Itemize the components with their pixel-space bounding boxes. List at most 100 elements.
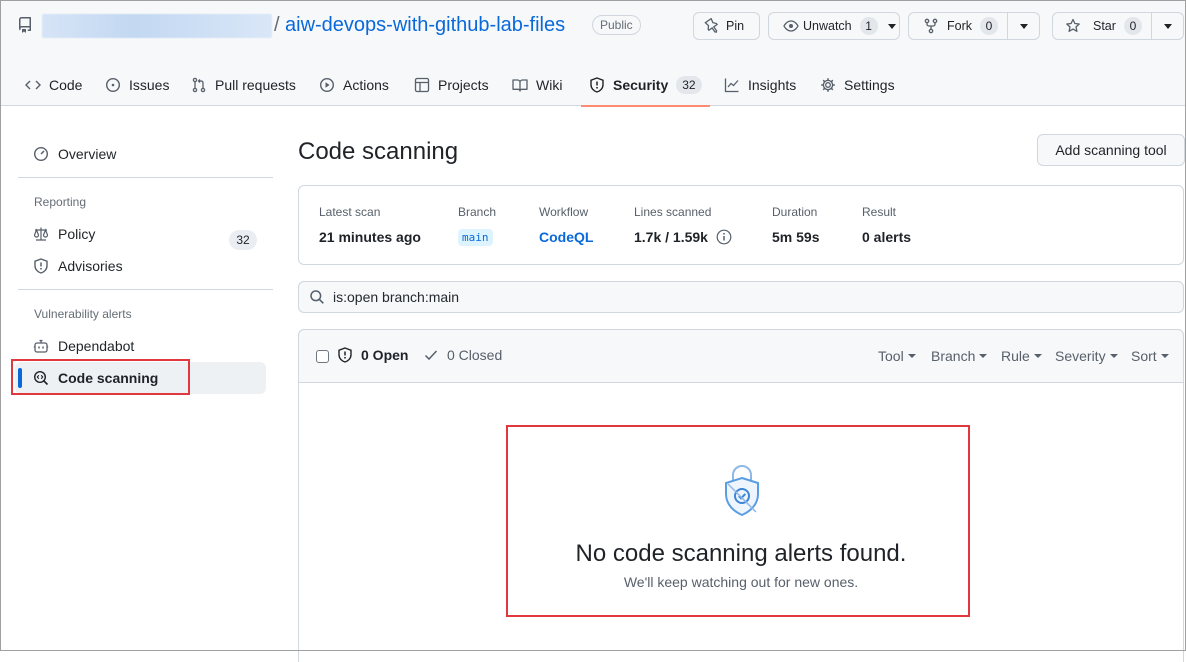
star-button[interactable]: Star 0 <box>1052 12 1184 40</box>
pin-icon <box>704 18 720 34</box>
repo-name-link[interactable]: aiw-devops-with-github-lab-files <box>285 14 565 37</box>
path-separator: / <box>274 14 280 36</box>
chevron-down-icon <box>1019 23 1028 29</box>
page-title: Code scanning <box>298 138 459 165</box>
tab-actions[interactable]: Actions <box>319 64 389 106</box>
security-count-badge: 32 <box>676 76 702 94</box>
sidebar-item-label: Dependabot <box>58 338 135 354</box>
workflow-link[interactable]: CodeQL <box>539 229 593 245</box>
open-filter[interactable]: 0 Open <box>337 347 408 363</box>
unwatch-label: Unwatch <box>803 19 852 33</box>
summary-duration: Duration 5m 59s <box>772 205 819 245</box>
check-icon <box>423 347 439 363</box>
summary-latest-scan: Latest scan 21 minutes ago <box>319 205 421 245</box>
info-icon[interactable] <box>716 229 732 245</box>
code-icon <box>25 77 41 93</box>
closed-filter[interactable]: 0 Closed <box>423 347 502 363</box>
search-icon <box>309 289 325 305</box>
tab-label: Projects <box>438 77 489 93</box>
meter-icon <box>33 146 49 162</box>
tab-label: Security <box>613 77 669 93</box>
tab-label: Issues <box>129 77 170 93</box>
highlight-box-empty-state <box>506 425 970 617</box>
fork-label: Fork <box>947 19 972 33</box>
sidebar-item-overview[interactable]: Overview <box>33 142 116 166</box>
repo-tabs: Code Issues Pull requests Actions Projec… <box>0 64 1186 107</box>
summary-lines-scanned: Lines scanned 1.7k / 1.59k <box>634 205 732 245</box>
fork-dropdown[interactable] <box>1007 13 1039 39</box>
summary-value: 5m 59s <box>772 229 820 245</box>
scan-summary: Latest scan 21 minutes ago Branch main W… <box>298 185 1184 265</box>
add-scanning-tool-button[interactable]: Add scanning tool <box>1037 134 1185 166</box>
chevron-down-icon <box>887 23 896 29</box>
sidebar-item-label: Advisories <box>58 258 123 274</box>
summary-value: 1.7k / 1.59k <box>634 229 708 245</box>
severity-filter-dropdown[interactable]: Severity <box>1055 348 1118 364</box>
tab-label: Actions <box>343 77 389 93</box>
tab-projects[interactable]: Projects <box>414 64 489 106</box>
eye-icon <box>783 18 799 34</box>
play-icon <box>319 77 335 93</box>
gear-icon <box>820 77 836 93</box>
summary-branch: Branch main <box>458 205 496 246</box>
star-icon <box>1065 18 1081 34</box>
table-icon <box>414 77 430 93</box>
rule-filter-dropdown[interactable]: Rule <box>1001 348 1042 364</box>
highlight-box-code-scanning <box>11 359 190 395</box>
visibility-badge: Public <box>592 15 641 35</box>
fork-button[interactable]: Fork 0 <box>908 12 1040 40</box>
dependabot-icon <box>33 338 49 354</box>
summary-value: 0 alerts <box>862 229 912 245</box>
tab-label: Wiki <box>536 77 563 93</box>
pin-button[interactable]: Pin <box>693 12 760 40</box>
chevron-down-icon <box>1163 23 1172 29</box>
sidebar-item-policy[interactable]: Policy <box>33 222 95 246</box>
sidebar-section-vulnerability-alerts: Vulnerability alerts <box>34 307 132 321</box>
tab-insights[interactable]: Insights <box>724 64 796 106</box>
branch-tag[interactable]: main <box>458 229 493 246</box>
tab-wiki[interactable]: Wiki <box>512 64 562 106</box>
summary-label: Result <box>862 205 897 219</box>
select-all-checkbox[interactable] <box>316 350 329 363</box>
issue-icon <box>105 77 121 93</box>
tab-code[interactable]: Code <box>25 64 82 106</box>
tab-label: Code <box>49 77 83 93</box>
repo-icon <box>19 17 31 33</box>
summary-label: Workflow <box>539 205 589 219</box>
summary-label: Latest scan <box>319 205 381 219</box>
star-dropdown[interactable] <box>1151 13 1183 39</box>
tab-label: Pull requests <box>215 77 296 93</box>
tab-security[interactable]: Security 32 <box>581 64 710 107</box>
shield-icon <box>33 258 49 274</box>
summary-value: 21 minutes ago <box>319 229 421 245</box>
tab-settings[interactable]: Settings <box>820 64 895 106</box>
summary-result: Result 0 alerts <box>862 205 911 245</box>
sidebar-item-dependabot[interactable]: Dependabot <box>33 334 134 358</box>
sort-dropdown[interactable]: Sort <box>1131 348 1169 364</box>
watch-count: 1 <box>859 17 878 35</box>
open-count-label: 0 Open <box>361 347 409 363</box>
shield-icon <box>589 77 605 93</box>
search-input[interactable] <box>333 289 1133 305</box>
owner-name-redacted[interactable] <box>42 14 272 38</box>
tool-filter-dropdown[interactable]: Tool <box>878 348 916 364</box>
pull-request-icon <box>191 77 207 93</box>
star-label: Star <box>1093 19 1116 33</box>
graph-icon <box>724 77 740 93</box>
pin-label: Pin <box>726 19 745 33</box>
tab-issues[interactable]: Issues <box>105 64 169 106</box>
summary-label: Duration <box>772 205 818 219</box>
unwatch-button[interactable]: Unwatch 1 <box>768 12 900 40</box>
fork-icon <box>923 18 939 34</box>
tab-label: Insights <box>748 77 797 93</box>
law-icon <box>33 226 49 242</box>
alerts-list-header: 0 Open 0 Closed Tool Branch Rule Severit… <box>298 329 1184 383</box>
repo-header: / aiw-devops-with-github-lab-files Publi… <box>0 0 1186 107</box>
summary-workflow: Workflow CodeQL <box>539 205 593 245</box>
alert-search[interactable] <box>298 281 1184 313</box>
sidebar-item-advisories[interactable]: Advisories <box>33 254 123 278</box>
tab-label: Settings <box>844 77 895 93</box>
sidebar-section-reporting: Reporting <box>34 195 87 209</box>
tab-pull-requests[interactable]: Pull requests <box>191 64 296 106</box>
branch-filter-dropdown[interactable]: Branch <box>931 348 987 364</box>
